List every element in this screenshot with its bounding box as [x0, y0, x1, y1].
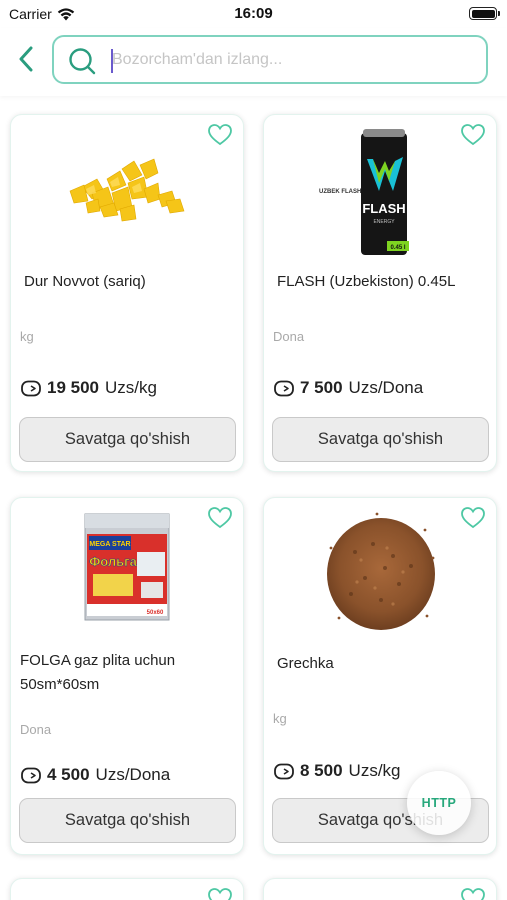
product-name: FLASH (Uzbekiston) 0.45L	[277, 273, 456, 290]
status-time: 16:09	[234, 5, 273, 22]
product-unit: Dona	[20, 722, 52, 737]
product-unit: kg	[273, 711, 287, 726]
product-name: Dur Novvot (sariq)	[24, 273, 146, 290]
heart-icon[interactable]	[460, 506, 486, 530]
can-small-text: UZBEK FLASH	[319, 189, 361, 195]
product-price: 8 500	[300, 761, 343, 780]
search-icon	[69, 48, 96, 75]
heart-icon[interactable]	[460, 123, 486, 147]
chevron-left-icon	[19, 46, 33, 72]
pack-brand-text: MEGA STAR	[89, 541, 130, 548]
pack-title-text: Фольга	[89, 554, 137, 569]
product-currency: Uzs/kg	[348, 761, 401, 780]
search-box[interactable]	[52, 35, 488, 84]
price-row: 4 500 Uzs/Dona	[21, 765, 170, 785]
product-card[interactable]: UZBEK FLASH FLASH ENERGY 0.45 l FLASH (U…	[263, 114, 497, 472]
product-card[interactable]	[263, 878, 497, 900]
product-price: 4 500	[47, 765, 90, 784]
product-price: 19 500	[47, 378, 99, 397]
product-card[interactable]: Dur Novvot (sariq) kg 19 500 Uzs/kg Sava…	[10, 114, 244, 472]
price-row: 19 500 Uzs/kg	[21, 378, 157, 398]
heart-icon[interactable]	[207, 506, 233, 530]
price-row: 8 500 Uzs/kg	[274, 761, 401, 781]
product-unit: Dona	[273, 329, 305, 344]
heart-icon[interactable]	[207, 887, 233, 900]
price-tag-icon	[21, 767, 41, 783]
back-button[interactable]	[12, 44, 40, 74]
heart-icon[interactable]	[207, 123, 233, 147]
status-bar: Carrier 16:09	[0, 0, 507, 28]
product-name: FOLGA gaz plita uchun 50sm*60sm	[20, 652, 176, 693]
add-to-cart-button[interactable]: Savatga qo'shish	[19, 798, 236, 843]
product-name: Grechka	[277, 655, 334, 672]
price-tag-icon	[274, 380, 294, 396]
product-price: 7 500	[300, 378, 343, 397]
add-to-cart-button[interactable]: Savatga qo'shish	[19, 417, 236, 462]
add-to-cart-button[interactable]: Savatga qo'shish	[272, 417, 489, 462]
search-input[interactable]	[112, 45, 472, 75]
product-currency: Uzs/Dona	[348, 378, 424, 397]
battery-icon	[469, 7, 500, 20]
price-tag-icon	[21, 380, 41, 396]
product-card[interactable]: MEGA STAR Фольга 50x60 FOLGA gaz plita u…	[10, 497, 244, 855]
product-currency: Uzs/kg	[105, 378, 157, 397]
product-unit: kg	[20, 329, 34, 344]
pack-size-text: 50x60	[147, 610, 164, 616]
search-header	[0, 28, 507, 96]
can-sub-text: ENERGY	[373, 219, 395, 225]
can-brand-text: FLASH	[362, 201, 405, 216]
heart-icon[interactable]	[460, 887, 486, 900]
product-currency: Uzs/Dona	[95, 765, 171, 784]
can-volume-text: 0.45 l	[390, 245, 405, 251]
price-tag-icon	[274, 763, 294, 779]
http-debug-button[interactable]: HTTP	[407, 771, 471, 835]
price-row: 7 500 Uzs/Dona	[274, 378, 423, 398]
product-card[interactable]	[10, 878, 244, 900]
